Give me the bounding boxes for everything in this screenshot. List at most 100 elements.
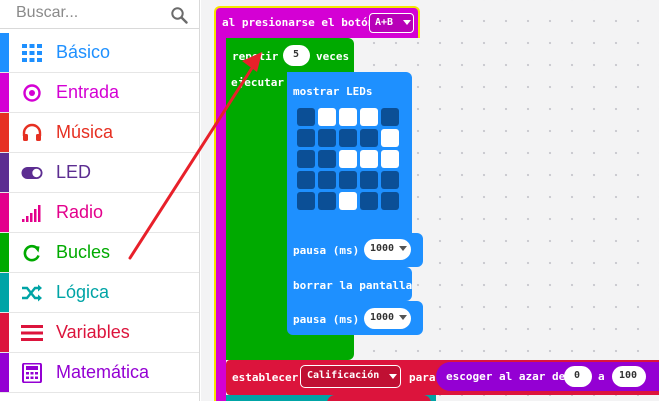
toolbox: Buscar... Básico Entrada Música LED Radi…	[0, 0, 200, 401]
category-musica[interactable]: Música	[0, 113, 199, 153]
repeat-do-rail	[226, 70, 288, 360]
category-matematica[interactable]: Matemática	[0, 353, 199, 393]
category-entrada[interactable]: Entrada	[0, 73, 199, 113]
category-logica[interactable]: Lógica	[0, 273, 199, 313]
event-frame-rail	[214, 36, 226, 401]
random-to-input[interactable]: 100	[612, 366, 646, 387]
led-cell[interactable]	[381, 150, 399, 168]
led-cell[interactable]	[360, 171, 378, 189]
category-label: Entrada	[56, 82, 120, 102]
toggle-icon	[21, 167, 43, 179]
category-label: Matemática	[56, 362, 150, 382]
category-color-bar	[0, 193, 9, 232]
random-to-value: 100	[619, 370, 638, 381]
category-basico[interactable]: Básico	[0, 33, 199, 73]
pause-block-2[interactable]: pausa (ms) 1000	[287, 301, 423, 335]
led-cell[interactable]	[339, 108, 357, 126]
led-cell[interactable]	[360, 108, 378, 126]
led-cell[interactable]	[381, 171, 399, 189]
repeat-do-label: ejecutar	[231, 76, 284, 89]
led-cell[interactable]	[360, 192, 378, 210]
category-color-bar	[0, 273, 9, 312]
category-led[interactable]: LED	[0, 153, 199, 193]
led-cell[interactable]	[297, 192, 315, 210]
category-label: Bucles	[56, 242, 111, 262]
led-cell[interactable]	[318, 171, 336, 189]
led-cell[interactable]	[297, 108, 315, 126]
led-cell[interactable]	[360, 129, 378, 147]
led-grid[interactable]	[297, 108, 403, 214]
search-input[interactable]: Buscar...	[16, 4, 78, 22]
category-color-bar	[0, 113, 9, 152]
calculator-icon	[22, 363, 42, 383]
signal-bars-icon	[22, 205, 41, 222]
dropdown-arrow-icon	[389, 374, 397, 379]
category-color-bar	[0, 153, 9, 192]
led-cell[interactable]	[381, 108, 399, 126]
pause-label: pausa (ms)	[293, 313, 360, 326]
event-label: al presionarse el botón	[222, 16, 375, 29]
category-color-bar	[0, 233, 9, 272]
led-cell[interactable]	[318, 129, 336, 147]
random-label: escoger al azar de	[446, 370, 566, 383]
category-color-bar	[0, 73, 9, 112]
repeat-count: 5	[293, 49, 300, 60]
repeat-count-input[interactable]: 5	[283, 45, 310, 66]
category-label: Música	[56, 122, 114, 142]
random-block[interactable]: escoger al azar de 0 a 100	[436, 362, 659, 391]
show-leds-block[interactable]: mostrar LEDs	[287, 72, 412, 240]
grid-icon	[22, 44, 42, 62]
search-box[interactable]: Buscar...	[0, 0, 199, 29]
loop-icon	[23, 244, 40, 262]
dropdown-arrow-icon	[403, 20, 411, 25]
random-from-value: 0	[574, 370, 581, 381]
pause-value-dropdown[interactable]: 1000	[364, 308, 411, 329]
show-leds-label: mostrar LEDs	[293, 85, 373, 98]
led-cell[interactable]	[318, 192, 336, 210]
led-cell[interactable]	[339, 129, 357, 147]
category-color-bar	[0, 313, 9, 352]
led-cell[interactable]	[339, 192, 357, 210]
category-label: Básico	[56, 42, 111, 62]
led-cell[interactable]	[297, 171, 315, 189]
workspace-canvas[interactable]: al presionarse el botón A+B repetir 5 ve…	[201, 0, 659, 401]
led-cell[interactable]	[297, 150, 315, 168]
repeat-label: repetir	[232, 50, 279, 63]
category-color-bar	[0, 353, 9, 392]
led-cell[interactable]	[381, 129, 399, 147]
category-radio[interactable]: Radio	[0, 193, 199, 233]
set-variable-block[interactable]: establecer Calificación para escoger al …	[226, 360, 659, 395]
search-icon[interactable]	[170, 6, 188, 24]
pause-block-1[interactable]: pausa (ms) 1000	[287, 233, 423, 267]
repeat-block[interactable]: repetir 5 veces	[226, 38, 354, 72]
pause-value: 1000	[370, 243, 395, 254]
random-from-input[interactable]: 0	[564, 366, 592, 387]
led-cell[interactable]	[339, 171, 357, 189]
category-variables[interactable]: Variables	[0, 313, 199, 353]
led-cell[interactable]	[318, 150, 336, 168]
button-dropdown[interactable]: A+B	[369, 13, 414, 33]
dropdown-arrow-icon	[399, 246, 407, 251]
led-cell[interactable]	[360, 150, 378, 168]
pause-value-dropdown[interactable]: 1000	[364, 239, 411, 260]
led-cell[interactable]	[297, 129, 315, 147]
category-label: Lógica	[56, 282, 110, 302]
variable-dropdown[interactable]: Calificación	[300, 365, 401, 388]
led-cell[interactable]	[339, 150, 357, 168]
to-label: para	[409, 371, 436, 384]
led-cell[interactable]	[381, 192, 399, 210]
shuffle-icon	[22, 284, 42, 302]
set-label: establecer	[232, 371, 299, 384]
target-icon	[23, 84, 41, 102]
category-label: LED	[56, 162, 92, 182]
pause-label: pausa (ms)	[293, 244, 360, 257]
clear-screen-label: borrar la pantalla	[293, 279, 413, 292]
button-value: A+B	[375, 17, 394, 28]
category-bucles[interactable]: Bucles	[0, 233, 199, 273]
led-cell[interactable]	[318, 108, 336, 126]
dropdown-arrow-icon	[399, 315, 407, 320]
category-label: Variables	[56, 322, 130, 342]
repeat-bottom	[226, 332, 354, 360]
on-button-pressed-block[interactable]: al presionarse el botón A+B	[214, 6, 420, 38]
clear-screen-block[interactable]: borrar la pantalla	[287, 267, 412, 301]
